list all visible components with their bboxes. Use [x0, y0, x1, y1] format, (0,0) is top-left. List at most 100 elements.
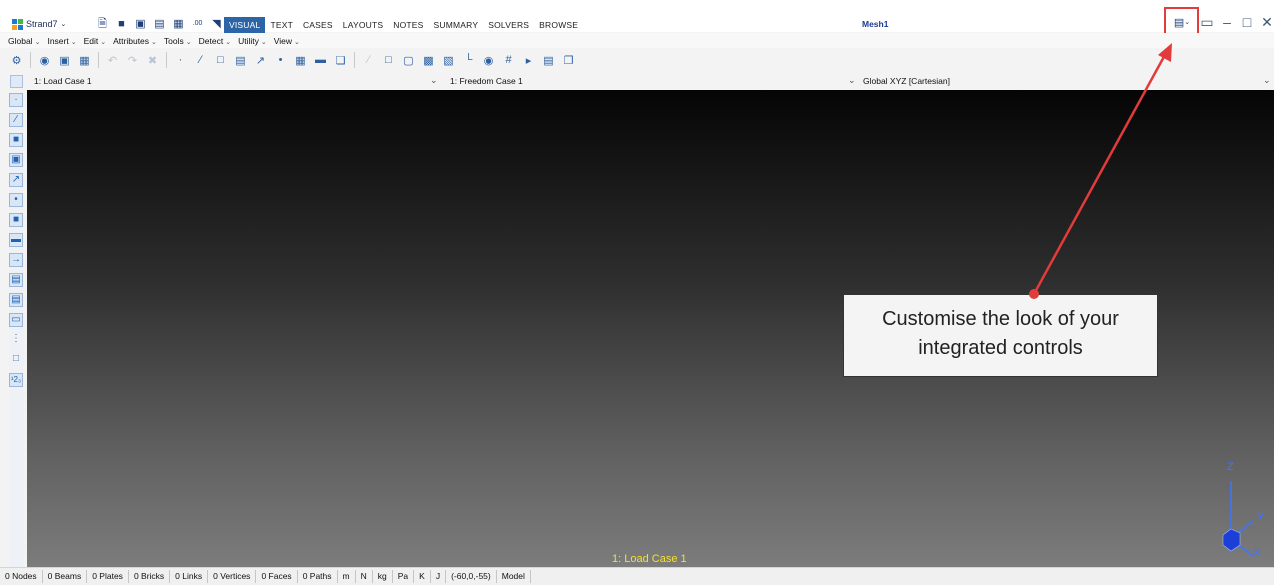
- new-file-icon[interactable]: 🗎: [97, 18, 108, 30]
- unit-mass[interactable]: kg: [373, 570, 393, 583]
- tab-visual[interactable]: VISUAL: [224, 17, 266, 33]
- minimize-icon[interactable]: –: [1220, 15, 1234, 29]
- coordinate-system-select[interactable]: Global XYZ [Cartesian]: [863, 76, 950, 86]
- app-menu[interactable]: Strand7 ⌄: [12, 17, 66, 31]
- load-case-select[interactable]: 1: Load Case 1: [34, 76, 92, 86]
- numbering-icon[interactable]: #: [502, 54, 515, 66]
- title-bar: Strand7 ⌄ 🗎 ■ ▣ ▤ ▦ .00 ◥ ? VISUAL TEXT …: [0, 0, 1274, 40]
- unit-stress[interactable]: Pa: [393, 570, 415, 583]
- path-icon[interactable]: ▬: [9, 233, 23, 247]
- chevron-down-icon[interactable]: ⌄: [848, 75, 856, 86]
- camera-icon[interactable]: ▣: [58, 54, 71, 67]
- copy-tool-icon[interactable]: ❏: [334, 54, 347, 67]
- dotted-grid-icon[interactable]: ⋮: [9, 333, 23, 347]
- save-icon[interactable]: ▣: [135, 18, 146, 30]
- tab-browse[interactable]: BROWSE: [534, 17, 583, 33]
- y-axis-label: Y: [1257, 511, 1265, 523]
- screen-icon[interactable]: ▭: [9, 313, 23, 327]
- menu-utility[interactable]: Utility ⌄: [238, 36, 267, 46]
- tab-strip: VISUAL TEXT CASES LAYOUTS NOTES SUMMARY …: [224, 17, 583, 33]
- cursor-options-icon[interactable]: ▸: [522, 54, 535, 67]
- measure-icon[interactable]: ∕: [362, 54, 375, 66]
- vertex-tool-icon[interactable]: •: [274, 54, 287, 66]
- status-plates: 0 Plates: [87, 570, 129, 583]
- status-bricks: 0 Bricks: [129, 570, 171, 583]
- menu-insert[interactable]: Insert ⌄: [47, 36, 76, 46]
- chevron-down-icon[interactable]: ⌄: [430, 75, 438, 86]
- numbering-icon[interactable]: ¹2₃: [9, 373, 23, 387]
- unit-temperature[interactable]: K: [414, 570, 431, 583]
- entity-display-icon[interactable]: ▧: [442, 54, 455, 67]
- viewport-case-label: 1: Load Case 1: [612, 553, 687, 565]
- tab-solvers[interactable]: SOLVERS: [483, 17, 534, 33]
- restore-layout-icon[interactable]: ▭: [1200, 15, 1214, 29]
- status-nodes: 0 Nodes: [0, 570, 43, 583]
- beam-icon[interactable]: ∕: [9, 113, 23, 127]
- menu-label: View: [273, 35, 293, 46]
- face-icon[interactable]: ■: [9, 213, 23, 227]
- precision-icon[interactable]: .00: [192, 18, 203, 30]
- beam-tool-icon[interactable]: ∕: [194, 54, 207, 66]
- tab-cases[interactable]: CASES: [298, 17, 338, 33]
- path-tool-icon[interactable]: ▬: [314, 54, 327, 66]
- select-mesh-icon[interactable]: ▢: [402, 54, 415, 67]
- brick-tool-icon[interactable]: ▤: [234, 54, 247, 67]
- plate-icon[interactable]: ■: [9, 133, 23, 147]
- group-icon[interactable]: ◉: [482, 54, 495, 67]
- tab-notes[interactable]: NOTES: [388, 17, 428, 33]
- select-box-icon[interactable]: □: [382, 54, 395, 66]
- undo-icon[interactable]: ↶: [106, 54, 119, 67]
- tab-summary[interactable]: SUMMARY: [429, 17, 484, 33]
- status-beams: 0 Beams: [43, 570, 88, 583]
- binoculars-icon[interactable]: ◉: [38, 54, 51, 67]
- status-bar: 0 Nodes 0 Beams 0 Plates 0 Bricks 0 Link…: [0, 567, 1274, 585]
- chevron-down-icon: ⌄: [34, 38, 41, 46]
- vertex-icon[interactable]: •: [9, 193, 23, 207]
- tab-layouts[interactable]: LAYOUTS: [338, 17, 388, 33]
- axis-cube: [1222, 528, 1241, 552]
- redo-icon[interactable]: ↷: [126, 54, 139, 67]
- maximize-icon[interactable]: □: [1240, 15, 1254, 29]
- print-preview-icon[interactable]: ◥: [211, 18, 222, 30]
- table-icon[interactable]: ▤: [9, 293, 23, 307]
- brick-icon[interactable]: ▣: [9, 153, 23, 167]
- save-as-icon[interactable]: ▤: [154, 18, 165, 30]
- menu-global[interactable]: Global ⌄: [8, 36, 40, 46]
- tab-text[interactable]: TEXT: [265, 17, 298, 33]
- freedom-case-select[interactable]: 1: Freedom Case 1: [450, 76, 523, 86]
- link-tool-icon[interactable]: ↗: [254, 54, 267, 67]
- unit-force[interactable]: N: [356, 570, 373, 583]
- link-icon[interactable]: ↗: [9, 173, 23, 187]
- panel-icon[interactable]: □: [9, 353, 23, 367]
- open-folder-icon[interactable]: ■: [116, 18, 127, 30]
- menu-attributes[interactable]: Attributes ⌄: [113, 36, 157, 46]
- gear-icon[interactable]: ⚙: [10, 54, 23, 67]
- node-tool-icon[interactable]: ·: [174, 54, 187, 66]
- attribute-arrow-icon[interactable]: →: [9, 253, 23, 267]
- window-icon[interactable]: ❐: [562, 54, 575, 67]
- node-icon[interactable]: ·: [9, 93, 23, 107]
- case-toggle-icon[interactable]: [10, 75, 23, 88]
- status-mode: Model: [497, 570, 531, 583]
- main-toolbar: ⚙ ◉ ▣ ▦ ↶ ↷ ✖ · ∕ □ ▤ ↗ • ▦ ▬ ❏ ∕ □ ▢ ▩ …: [0, 49, 1274, 71]
- log-file-icon[interactable]: ▦: [173, 18, 184, 30]
- menu-edit[interactable]: Edit ⌄: [84, 36, 107, 46]
- close-icon[interactable]: ✕: [1260, 15, 1274, 29]
- chevron-down-icon[interactable]: ⌄: [1263, 75, 1271, 86]
- toolbar-separator: [354, 52, 355, 68]
- menu-label: Tools: [163, 35, 184, 46]
- hierarchy-icon[interactable]: └: [462, 54, 475, 66]
- menu-detect[interactable]: Detect ⌄: [199, 36, 231, 46]
- face-tool-icon[interactable]: ▦: [294, 54, 307, 67]
- grid-icon[interactable]: ▦: [78, 54, 91, 67]
- unit-energy[interactable]: J: [431, 570, 447, 583]
- delete-icon[interactable]: ✖: [146, 54, 159, 67]
- results-icon[interactable]: ▤: [542, 54, 555, 67]
- select-all-icon[interactable]: ▩: [422, 54, 435, 67]
- menu-label: Global: [8, 35, 33, 46]
- menu-tools[interactable]: Tools ⌄: [164, 36, 192, 46]
- menu-view[interactable]: View ⌄: [274, 36, 300, 46]
- plate-tool-icon[interactable]: □: [214, 54, 227, 66]
- unit-length[interactable]: m: [338, 570, 356, 583]
- load-distribution-icon[interactable]: ▤: [9, 273, 23, 287]
